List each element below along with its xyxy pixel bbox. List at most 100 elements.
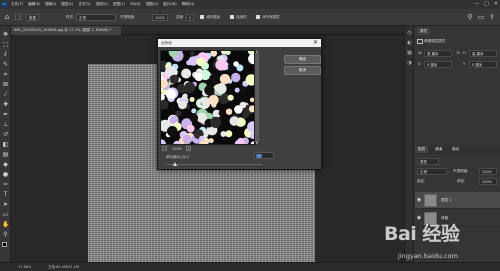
layer-kind-filter[interactable]: 类型 [417, 158, 439, 165]
healing-brush-tool-icon[interactable]: ✚ [2, 101, 9, 108]
menu-type[interactable]: 文字(Y) [78, 2, 90, 7]
path-select-tool-icon[interactable]: ➤ [2, 201, 9, 208]
rectangle-select-icon[interactable]: ⬚ [14, 13, 22, 21]
frame-tool-icon[interactable]: ⊠ [2, 81, 9, 88]
scroll-thumb[interactable] [255, 53, 259, 142]
pen-tool-icon[interactable]: ✑ [2, 181, 9, 188]
zoom-in-button[interactable]: + [186, 146, 191, 151]
eyedropper-tool-icon[interactable]: ⁄ [2, 91, 9, 98]
scroll-down-icon[interactable]: ▼ [255, 142, 259, 145]
history-panel-icon[interactable]: ◷ [406, 30, 413, 37]
layers-tab-row: 图层 通道 路径 [415, 146, 500, 154]
preview-dot [248, 53, 254, 65]
eraser-tool-icon[interactable]: ◧ [2, 141, 9, 148]
menu-window[interactable]: 窗口(W) [163, 2, 177, 7]
preview-dot [222, 136, 229, 143]
maximize-icon[interactable]: □ [484, 1, 489, 7]
menu-edit[interactable]: 编辑(E) [28, 2, 40, 7]
swatches-panel-icon[interactable]: ▦ [406, 50, 413, 57]
search-icon[interactable]: ⚲ [466, 13, 474, 21]
y-field[interactable]: 0 厘米 [469, 61, 497, 68]
document-tab[interactable]: IMG_20200529_144818.jpg @ 17.7% (图层 1, R… [11, 26, 121, 35]
zoom-tool-icon[interactable]: ⚲ [2, 231, 9, 238]
filter-preview[interactable] [160, 50, 255, 145]
tab-paths[interactable]: 路径 [449, 146, 462, 153]
tab-properties[interactable]: 属性 [417, 28, 431, 35]
type-tool-icon[interactable]: T [2, 191, 9, 198]
preview-dot [218, 110, 225, 117]
style-dropdown[interactable]: 正常 [76, 14, 116, 21]
preview-dot [237, 137, 245, 144]
antialias-checkbox[interactable] [200, 15, 204, 19]
cancel-button[interactable]: 取消 [284, 66, 321, 75]
layer-opacity-input[interactable]: 100% [479, 168, 497, 175]
preview-dot [169, 74, 179, 84]
close-window-icon[interactable]: ✕ [494, 1, 498, 7]
slider-track [166, 164, 262, 165]
watermark-text: Bai 经验 [384, 223, 460, 245]
menu-layer[interactable]: 图层(L) [61, 2, 73, 7]
pointillize-preview-image [161, 51, 254, 144]
menu-image[interactable]: 图像(I) [45, 2, 56, 7]
width-field[interactable]: 宽 厘米 [424, 50, 452, 57]
cell-size-slider[interactable] [166, 162, 262, 166]
menu-select[interactable]: 选择(S) [96, 2, 108, 7]
color-panel-icon[interactable]: ◐ [406, 40, 413, 47]
move-tool-icon[interactable]: ✥ [2, 31, 9, 38]
clone-stamp-tool-icon[interactable]: ⊥ [2, 121, 9, 128]
zoom-out-button[interactable]: − [162, 146, 167, 151]
tolerance-input[interactable]: 0 [186, 14, 195, 21]
blur-tool-icon[interactable]: ◆ [2, 161, 9, 168]
cell-size-input[interactable]: 3 [254, 152, 274, 159]
preview-dot [182, 134, 192, 144]
adjustments-panel-icon[interactable]: ◑ [406, 60, 413, 67]
share-icon[interactable]: ⇪ [488, 13, 496, 21]
shape-tool-icon[interactable]: ▭ [2, 211, 9, 218]
tab-layers[interactable]: 图层 [415, 146, 429, 153]
gradient-tool-icon[interactable]: ▤ [2, 151, 9, 158]
style-label: 样式: [66, 15, 75, 19]
dialog-close-icon[interactable]: ✕ [313, 39, 318, 47]
link-icon[interactable]: ∞ [456, 49, 460, 57]
menu-file[interactable]: 文件(F) [11, 2, 23, 7]
preview-dot [167, 126, 178, 137]
menu-view[interactable]: 视图(V) [146, 2, 158, 7]
contiguous-checkbox[interactable] [230, 15, 234, 19]
menu-3d[interactable]: 3D(D) [130, 2, 141, 7]
marquee-tool-icon[interactable]: ⬚ [2, 41, 9, 48]
lasso-tool-icon[interactable]: ℓ [2, 51, 9, 58]
preview-dot [239, 101, 247, 109]
history-brush-tool-icon[interactable]: ↺ [2, 131, 9, 138]
x-field[interactable]: 0 厘米 [424, 61, 452, 68]
opacity-label: 不透明度: [120, 15, 136, 19]
hand-tool-icon[interactable]: ✋ [2, 221, 9, 228]
height-field[interactable]: 高 厘米 [469, 50, 497, 57]
mode-dropdown[interactable]: 新建 [26, 14, 39, 21]
blend-mode-dropdown[interactable]: 正常 [417, 168, 447, 175]
foreground-color-swatch[interactable] [2, 242, 7, 247]
preview-dot [215, 83, 227, 95]
home-icon[interactable]: ⌂ [3, 13, 11, 21]
dodge-tool-icon[interactable]: ● [2, 171, 9, 178]
ok-button[interactable]: 确定 [284, 55, 321, 64]
minimize-icon[interactable]: — [474, 1, 479, 7]
workspace-icon[interactable]: ▭ [477, 13, 485, 21]
fill-input[interactable]: 100% [479, 178, 497, 185]
preview-dot [161, 99, 169, 110]
quick-select-tool-icon[interactable]: ✎ [2, 61, 9, 68]
opacity-input[interactable]: 100% [152, 14, 169, 21]
menu-help[interactable]: 帮助(H) [182, 2, 195, 7]
preview-dot [178, 100, 187, 110]
visibility-eye-icon[interactable]: ◉ [416, 197, 422, 203]
brush-tool-icon[interactable]: ✒ [2, 111, 9, 118]
baidu-watermark: Bai 经验 jingyan.baidu.com [384, 219, 500, 271]
preview-dot [191, 108, 197, 114]
all-layers-checkbox[interactable] [256, 15, 260, 19]
menu-filter[interactable]: 滤镜(T) [113, 2, 125, 7]
crop-tool-icon[interactable]: ⌗ [2, 71, 9, 78]
slider-knob[interactable] [173, 162, 177, 166]
tab-channels[interactable]: 通道 [432, 146, 445, 153]
preview-dot [161, 139, 166, 144]
layer-row[interactable]: ◉ 图层 1 [415, 192, 500, 209]
preview-scrollbar[interactable]: ▲ ▼ [255, 50, 259, 145]
